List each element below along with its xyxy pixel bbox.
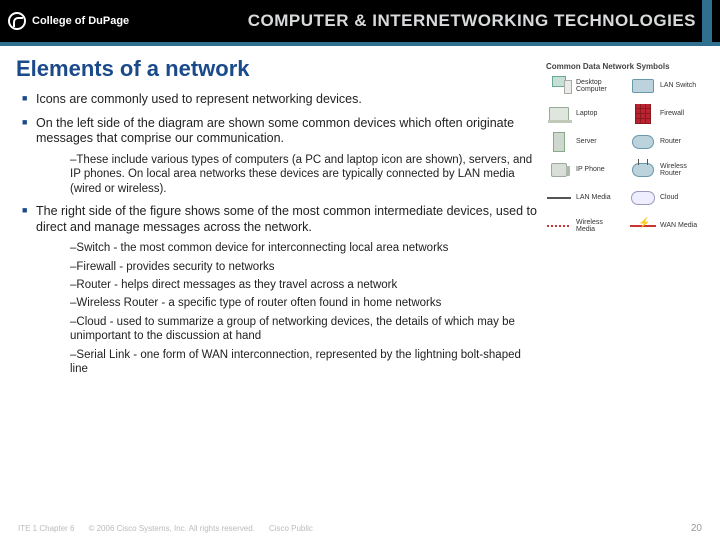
bullet-item: On the left side of the diagram are show… — [22, 116, 540, 196]
sub-list: Switch - the most common device for inte… — [70, 241, 540, 376]
symbol-label: Wireless Media — [576, 219, 622, 234]
desktop-computer-icon — [546, 75, 572, 97]
symbol-lan-media: LAN Media — [546, 187, 622, 209]
symbol-label: LAN Media — [576, 194, 611, 201]
wan-media-icon — [630, 215, 656, 237]
footer-public: Cisco Public — [269, 524, 313, 533]
header-title: COMPUTER & INTERNETWORKING TECHNOLOGIES — [248, 11, 696, 31]
symbol-label: Router — [660, 138, 681, 145]
college-name: College of DuPage — [32, 15, 129, 27]
symbol-wireless-media: Wireless Media — [546, 215, 622, 237]
footer-copyright: © 2006 Cisco Systems, Inc. All rights re… — [88, 524, 254, 533]
college-logo-icon — [8, 12, 26, 30]
symbol-label: Wireless Router — [660, 163, 706, 178]
sub-item: These include various types of computers… — [70, 153, 540, 196]
footer: ITE 1 Chapter 6 © 2006 Cisco Systems, In… — [0, 523, 720, 534]
symbol-router: Router — [630, 131, 706, 153]
symbols-heading: Common Data Network Symbols — [546, 62, 706, 71]
symbol-wan-media: WAN Media — [630, 215, 706, 237]
bullet-text: The right side of the figure shows some … — [36, 204, 537, 234]
laptop-icon — [546, 103, 572, 125]
lan-switch-icon — [630, 75, 656, 97]
header-title-wrap: COMPUTER & INTERNETWORKING TECHNOLOGIES — [248, 0, 712, 42]
sub-list: These include various types of computers… — [70, 153, 540, 196]
symbol-label: LAN Switch — [660, 82, 696, 89]
header-accent — [702, 0, 712, 42]
cloud-icon — [630, 187, 656, 209]
sub-item: Router - helps direct messages as they t… — [70, 278, 540, 292]
router-icon — [630, 131, 656, 153]
sub-item: Serial Link - one form of WAN interconne… — [70, 348, 540, 377]
text-column: Elements of a network Icons are commonly… — [22, 56, 540, 384]
bullet-text: Icons are commonly used to represent net… — [36, 92, 362, 106]
symbol-lan-switch: LAN Switch — [630, 75, 706, 97]
server-icon — [546, 131, 572, 153]
bullet-item: Icons are commonly used to represent net… — [22, 92, 540, 108]
footer-chapter: ITE 1 Chapter 6 — [18, 524, 74, 533]
content-area: Elements of a network Icons are commonly… — [0, 46, 720, 384]
symbol-firewall: Firewall — [630, 103, 706, 125]
symbol-label: IP Phone — [576, 166, 605, 173]
footer-page-number: 20 — [691, 523, 702, 534]
ip-phone-icon — [546, 159, 572, 181]
lan-media-icon — [546, 187, 572, 209]
wireless-router-icon — [630, 159, 656, 181]
sub-item: Switch - the most common device for inte… — [70, 241, 540, 255]
symbol-label: Server — [576, 138, 597, 145]
symbol-wireless-router: Wireless Router — [630, 159, 706, 181]
sub-item: Cloud - used to summarize a group of net… — [70, 315, 540, 344]
firewall-icon — [630, 103, 656, 125]
bullet-item: The right side of the figure shows some … — [22, 204, 540, 376]
symbols-column: Common Data Network Symbols Desktop Comp… — [546, 56, 706, 384]
sub-item: Firewall - provides security to networks — [70, 260, 540, 274]
wireless-media-icon — [546, 215, 572, 237]
symbol-ip-phone: IP Phone — [546, 159, 622, 181]
symbol-cloud: Cloud — [630, 187, 706, 209]
symbol-label: WAN Media — [660, 222, 697, 229]
symbol-label: Cloud — [660, 194, 678, 201]
symbol-label: Laptop — [576, 110, 597, 117]
bullet-list: Icons are commonly used to represent net… — [22, 92, 540, 376]
college-logo: College of DuPage — [8, 12, 129, 30]
symbol-label: Desktop Computer — [576, 79, 622, 94]
symbol-label: Firewall — [660, 110, 684, 117]
header-bar: College of DuPage COMPUTER & INTERNETWOR… — [0, 0, 720, 42]
symbol-desktop: Desktop Computer — [546, 75, 622, 97]
symbol-laptop: Laptop — [546, 103, 622, 125]
bullet-text: On the left side of the diagram are show… — [36, 116, 514, 146]
symbol-server: Server — [546, 131, 622, 153]
symbols-grid: Desktop Computer LAN Switch Laptop Firew… — [546, 75, 706, 237]
slide-title: Elements of a network — [16, 56, 540, 82]
sub-item: Wireless Router - a specific type of rou… — [70, 296, 540, 310]
